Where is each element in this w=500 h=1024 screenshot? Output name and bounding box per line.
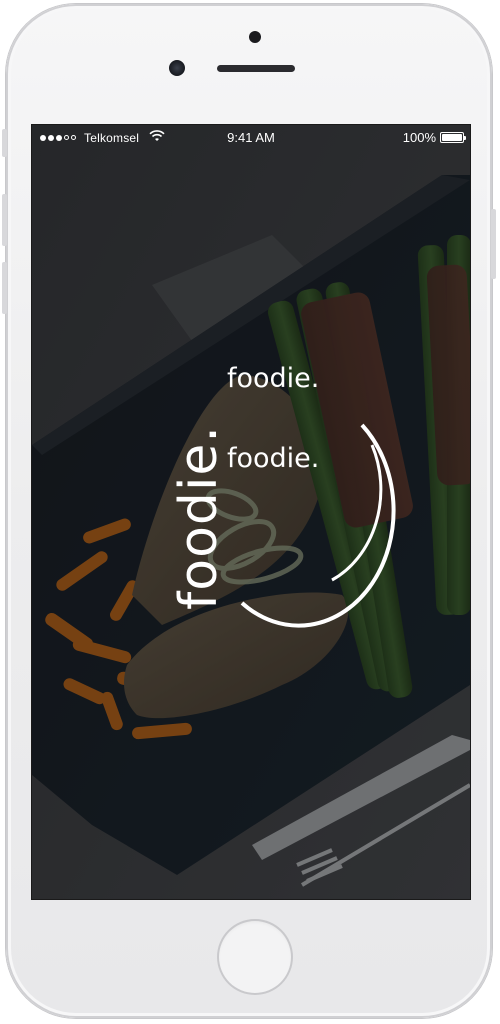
home-button[interactable] xyxy=(217,919,293,995)
front-camera-icon xyxy=(169,60,185,76)
volume-up-button xyxy=(2,194,7,246)
battery-fill xyxy=(442,134,462,141)
volume-down-button xyxy=(2,262,7,314)
power-button xyxy=(491,209,496,279)
logo-text-primary: foodie. xyxy=(227,363,320,394)
mute-switch xyxy=(2,129,7,157)
status-right: 100% xyxy=(402,130,466,145)
app-screen[interactable]: foodie. foodie. foodie. Telkomsel 9:41 A… xyxy=(31,124,471,900)
status-bar: Telkomsel 9:41 AM 100% xyxy=(32,125,470,149)
battery-icon xyxy=(440,132,466,143)
earpiece-speaker xyxy=(217,65,295,72)
logo-vertical-text: foodie. xyxy=(169,425,229,610)
proximity-sensor-icon xyxy=(249,31,261,43)
battery-percent: 100% xyxy=(402,130,436,145)
logo-text-secondary: foodie. xyxy=(227,443,320,474)
food-photo-background xyxy=(32,125,470,899)
